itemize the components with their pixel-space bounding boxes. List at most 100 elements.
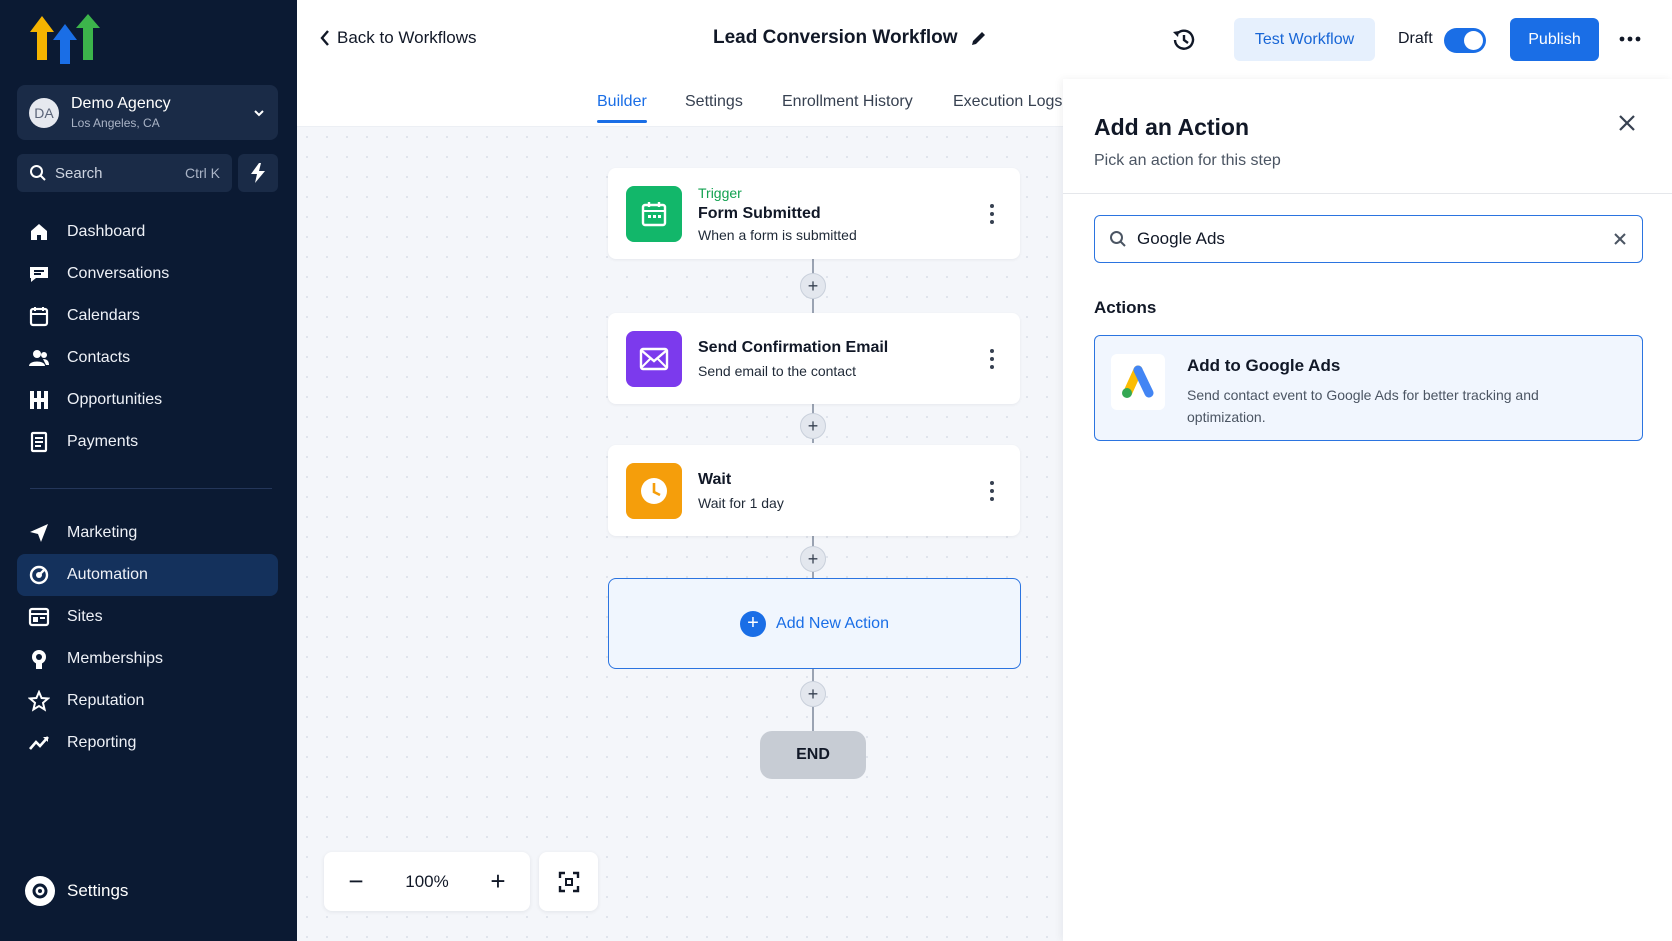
clock-icon xyxy=(626,462,682,519)
sidebar-item-conversations[interactable]: Conversations xyxy=(17,253,278,295)
agency-name: Demo Agency xyxy=(71,95,171,112)
publish-button[interactable]: Publish xyxy=(1510,18,1599,61)
opportunities-icon xyxy=(27,388,51,412)
back-label: Back to Workflows xyxy=(337,28,477,47)
node-title: Form Submitted xyxy=(698,204,821,222)
node-subtitle: When a form is submitted xyxy=(698,226,857,243)
agency-switcher[interactable]: DA Demo Agency Los Angeles, CA xyxy=(17,85,278,140)
payments-icon xyxy=(27,430,51,454)
zoom-in-button[interactable]: + xyxy=(486,866,510,897)
nav-primary: Dashboard Conversations Calendars Contac… xyxy=(17,211,278,463)
node-menu-icon[interactable] xyxy=(982,477,1002,505)
sidebar-item-settings[interactable]: Settings xyxy=(25,876,128,906)
back-to-workflows-link[interactable]: Back to Workflows xyxy=(319,28,477,48)
contacts-icon xyxy=(27,346,51,370)
sidebar-item-opportunities[interactable]: Opportunities xyxy=(17,379,278,421)
action-search-field[interactable] xyxy=(1094,215,1643,263)
sidebar-item-payments[interactable]: Payments xyxy=(17,421,278,463)
app-logo[interactable] xyxy=(30,14,100,70)
workflow-title: Lead Conversion Workflow xyxy=(713,27,988,49)
node-menu-icon[interactable] xyxy=(982,200,1002,228)
chevron-down-icon xyxy=(254,109,264,116)
tab-settings[interactable]: Settings xyxy=(685,93,743,111)
workflow-title-text: Lead Conversion Workflow xyxy=(713,27,958,48)
sidebar-item-label: Contacts xyxy=(67,349,131,366)
google-ads-logo-icon xyxy=(1111,354,1165,410)
add-action-panel: Add an Action Pick an action for this st… xyxy=(1063,79,1672,941)
search-icon xyxy=(1110,231,1126,247)
send-icon xyxy=(27,521,51,545)
sidebar-item-label: Conversations xyxy=(67,265,170,282)
sidebar: DA Demo Agency Los Angeles, CA Search Ct… xyxy=(0,0,297,941)
action-result-add-to-google-ads[interactable]: Add to Google Ads Send contact event to … xyxy=(1094,335,1643,441)
sidebar-divider xyxy=(30,488,272,489)
sidebar-item-label: Sites xyxy=(67,608,103,625)
avatar: DA xyxy=(29,97,59,128)
agency-location: Los Angeles, CA xyxy=(71,116,160,130)
plus-circle-icon: + xyxy=(740,610,767,637)
add-step-button[interactable]: + xyxy=(800,681,826,707)
sidebar-item-label: Dashboard xyxy=(67,223,146,240)
fit-screen-icon xyxy=(558,871,579,892)
sidebar-item-automation[interactable]: Automation xyxy=(17,554,278,596)
node-title: Wait xyxy=(698,470,732,488)
nav-secondary: Marketing Automation Sites Memberships R… xyxy=(17,512,278,764)
lightning-icon xyxy=(251,163,265,183)
sidebar-item-memberships[interactable]: Memberships xyxy=(17,638,278,680)
search-icon xyxy=(30,165,46,181)
memberships-icon xyxy=(27,647,51,671)
zoom-controls: − 100% + xyxy=(324,852,530,911)
close-icon[interactable] xyxy=(1616,112,1638,134)
fit-to-screen-button[interactable] xyxy=(539,852,598,911)
sidebar-search[interactable]: Search Ctrl K xyxy=(17,154,232,192)
action-node-wait[interactable]: Wait Wait for 1 day xyxy=(608,445,1020,536)
action-node-send-email[interactable]: Send Confirmation Email Send email to th… xyxy=(608,313,1020,404)
sidebar-item-marketing[interactable]: Marketing xyxy=(17,512,278,554)
quick-actions-button[interactable] xyxy=(238,154,278,192)
trigger-node-form-submitted[interactable]: Trigger Form Submitted When a form is su… xyxy=(608,168,1020,259)
node-menu-icon[interactable] xyxy=(982,345,1002,373)
chevron-left-icon xyxy=(320,30,329,46)
add-step-button[interactable]: + xyxy=(800,546,826,572)
clear-search-icon[interactable] xyxy=(1612,231,1628,247)
sidebar-item-label: Reporting xyxy=(67,734,137,751)
history-icon[interactable] xyxy=(1170,26,1198,54)
sidebar-item-label: Memberships xyxy=(67,650,164,667)
panel-title: Add an Action xyxy=(1094,114,1250,140)
action-result-title: Add to Google Ads xyxy=(1187,356,1341,375)
tab-enrollment-history[interactable]: Enrollment History xyxy=(782,93,913,111)
more-options-icon[interactable] xyxy=(1619,28,1641,50)
sidebar-item-label: Automation xyxy=(67,566,148,583)
tab-builder[interactable]: Builder xyxy=(597,93,647,123)
search-label: Search xyxy=(55,164,103,182)
add-new-action-button[interactable]: + Add New Action xyxy=(608,578,1021,669)
pencil-icon[interactable] xyxy=(970,29,988,47)
mail-icon xyxy=(626,330,682,387)
add-step-button[interactable]: + xyxy=(800,273,826,299)
sidebar-item-reporting[interactable]: Reporting xyxy=(17,722,278,764)
action-search-input[interactable] xyxy=(1137,229,1612,249)
add-new-action-label: Add New Action xyxy=(776,614,889,632)
gear-icon xyxy=(25,876,55,906)
draft-toggle[interactable] xyxy=(1444,28,1486,53)
add-step-button[interactable]: + xyxy=(800,413,826,439)
calendar-icon xyxy=(626,185,682,242)
node-title: Send Confirmation Email xyxy=(698,338,889,356)
sidebar-item-label: Reputation xyxy=(67,692,145,709)
zoom-level: 100% xyxy=(405,871,449,891)
sidebar-item-sites[interactable]: Sites xyxy=(17,596,278,638)
sidebar-item-contacts[interactable]: Contacts xyxy=(17,337,278,379)
node-tag: Trigger xyxy=(698,184,742,201)
home-icon xyxy=(27,220,51,244)
sidebar-item-dashboard[interactable]: Dashboard xyxy=(17,211,278,253)
action-result-description: Send contact event to Google Ads for bet… xyxy=(1187,387,1539,425)
sidebar-item-label: Opportunities xyxy=(67,391,163,408)
zoom-out-button[interactable]: − xyxy=(344,866,368,897)
sidebar-item-reputation[interactable]: Reputation xyxy=(17,680,278,722)
tab-execution-logs[interactable]: Execution Logs xyxy=(953,93,1062,111)
top-bar: Back to Workflows Lead Conversion Workfl… xyxy=(297,0,1672,79)
test-workflow-button[interactable]: Test Workflow xyxy=(1234,18,1375,61)
sidebar-item-calendars[interactable]: Calendars xyxy=(17,295,278,337)
calendar-icon xyxy=(27,304,51,328)
automation-icon xyxy=(27,563,51,587)
